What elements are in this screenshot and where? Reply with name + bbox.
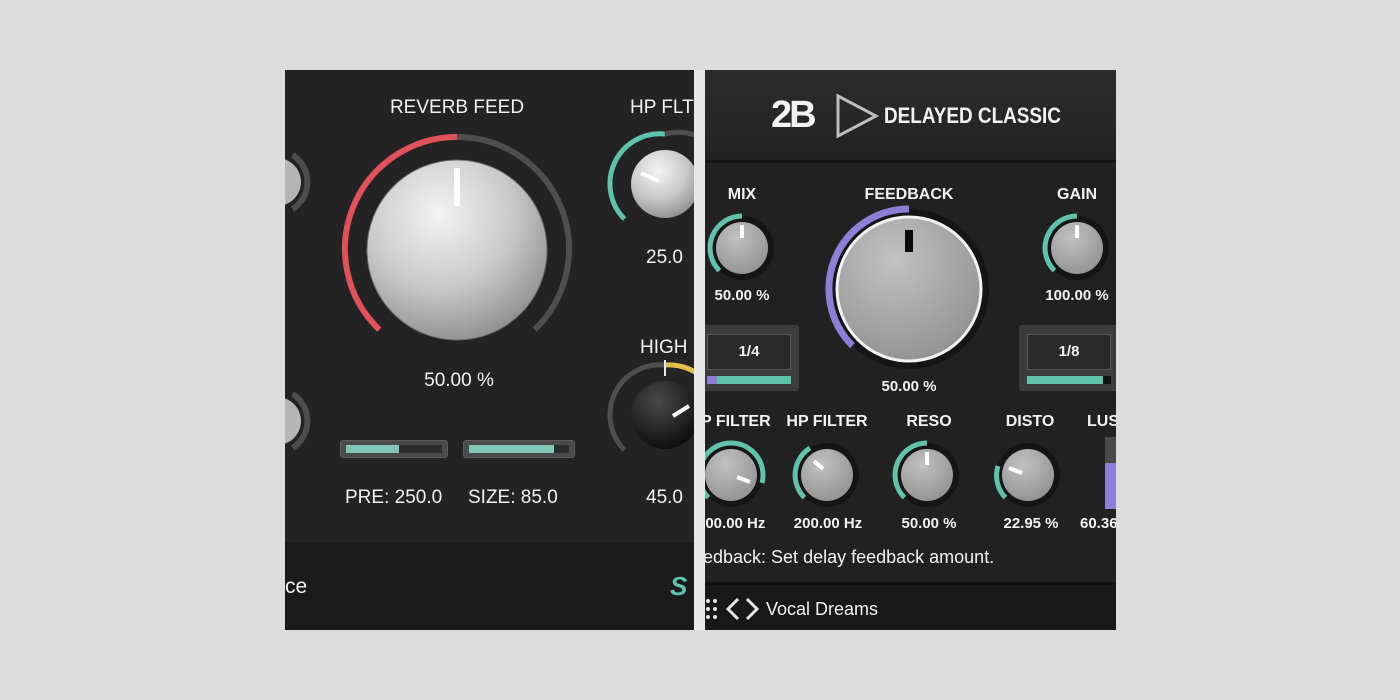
pre-slider[interactable] bbox=[340, 440, 448, 458]
high-arc-active bbox=[664, 362, 694, 375]
lp-filter-knob[interactable] bbox=[705, 440, 766, 507]
feedback-label: FEEDBACK bbox=[864, 186, 954, 203]
reso-knob[interactable] bbox=[892, 440, 959, 507]
hp-flt-arc-track bbox=[664, 129, 694, 138]
high-knob[interactable] bbox=[607, 360, 694, 452]
high-label: HIGH bbox=[640, 337, 688, 358]
panel-divider bbox=[694, 70, 705, 630]
chevron-right-icon[interactable] bbox=[744, 597, 760, 621]
hp-flt-knob-cap bbox=[631, 150, 694, 218]
hp-filter-value: 200.00 Hz bbox=[793, 515, 863, 532]
pre-readout: PRE: 250.0 bbox=[345, 487, 442, 509]
chevron-left-icon[interactable] bbox=[725, 597, 741, 621]
reso-value: 50.00 % bbox=[901, 515, 957, 532]
time-division-left[interactable]: 1/4 bbox=[705, 325, 799, 391]
size-slider[interactable] bbox=[463, 440, 575, 458]
high-value: 45.0 bbox=[646, 487, 683, 508]
grid-dots-icon[interactable] bbox=[705, 598, 719, 620]
size-value: 85.0 bbox=[520, 487, 558, 508]
pre-value: 250.0 bbox=[394, 487, 443, 508]
size-slider-fill bbox=[469, 445, 554, 453]
hp-flt-label: HP FLT bbox=[630, 97, 694, 118]
hint-text: edback: Set delay feedback amount. bbox=[705, 547, 995, 567]
left-footer-bar: ce S bbox=[285, 542, 694, 630]
disto-knob[interactable] bbox=[994, 443, 1060, 507]
delayed-classic-plugin-panel: 2B DELAYED CLASSIC MIX 50.00 % FEEDBACK … bbox=[705, 70, 1116, 630]
preset-name[interactable]: Vocal Dreams bbox=[766, 599, 878, 620]
lush-label: LUS bbox=[1087, 413, 1116, 430]
mix-knob[interactable] bbox=[707, 213, 774, 280]
disto-label: DISTO bbox=[1005, 413, 1055, 430]
feedback-knob[interactable] bbox=[825, 205, 989, 369]
footer-preset-text[interactable]: ce bbox=[285, 575, 307, 599]
hp-filter-label: HP FILTER bbox=[786, 413, 868, 430]
mix-value: 50.00 % bbox=[714, 287, 770, 304]
lp-filter-label: P FILTER bbox=[705, 413, 771, 430]
partial-knob-top[interactable] bbox=[285, 152, 311, 212]
lush-meter[interactable] bbox=[1105, 437, 1116, 509]
feedback-value: 50.00 % bbox=[881, 378, 937, 395]
time-division-right-bar bbox=[1027, 376, 1111, 384]
hp-flt-value: 25.0 bbox=[646, 247, 683, 268]
hp-filter-knob[interactable] bbox=[792, 443, 859, 507]
gain-label: GAIN bbox=[1057, 186, 1097, 203]
preset-bar: Vocal Dreams bbox=[705, 582, 1116, 630]
reverb-feed-knob[interactable] bbox=[342, 134, 572, 341]
reverb-plugin-panel: REVERB FEED 50.00 % HP FLT 25.0 HIGH 45.… bbox=[285, 70, 694, 630]
lp-filter-value: 000.00 Hz bbox=[705, 515, 766, 532]
pre-slider-fill bbox=[346, 445, 399, 453]
time-division-right[interactable]: 1/8 bbox=[1019, 325, 1116, 391]
footer-logo: S bbox=[670, 571, 688, 601]
reverb-feed-value: 50.00 % bbox=[424, 370, 494, 391]
lush-value: 60.36 bbox=[1080, 515, 1116, 532]
gain-knob[interactable] bbox=[1042, 213, 1109, 280]
reverb-feed-pointer bbox=[454, 168, 460, 206]
hp-flt-knob[interactable] bbox=[607, 129, 694, 221]
size-label: SIZE: bbox=[468, 487, 516, 508]
high-knob-cap bbox=[631, 381, 694, 449]
gain-value: 100.00 % bbox=[1045, 287, 1109, 304]
disto-value: 22.95 % bbox=[1003, 515, 1059, 532]
mix-label: MIX bbox=[727, 186, 757, 203]
pre-label: PRE: bbox=[345, 487, 390, 508]
size-readout: SIZE: 85.0 bbox=[468, 487, 558, 509]
partial-knob-bottom[interactable] bbox=[285, 391, 311, 451]
reso-label: RESO bbox=[906, 413, 952, 430]
time-division-left-value: 1/4 bbox=[707, 334, 791, 370]
time-division-right-value: 1/8 bbox=[1027, 334, 1111, 370]
reverb-feed-label: REVERB FEED bbox=[389, 97, 525, 118]
time-division-left-bar bbox=[707, 376, 791, 384]
